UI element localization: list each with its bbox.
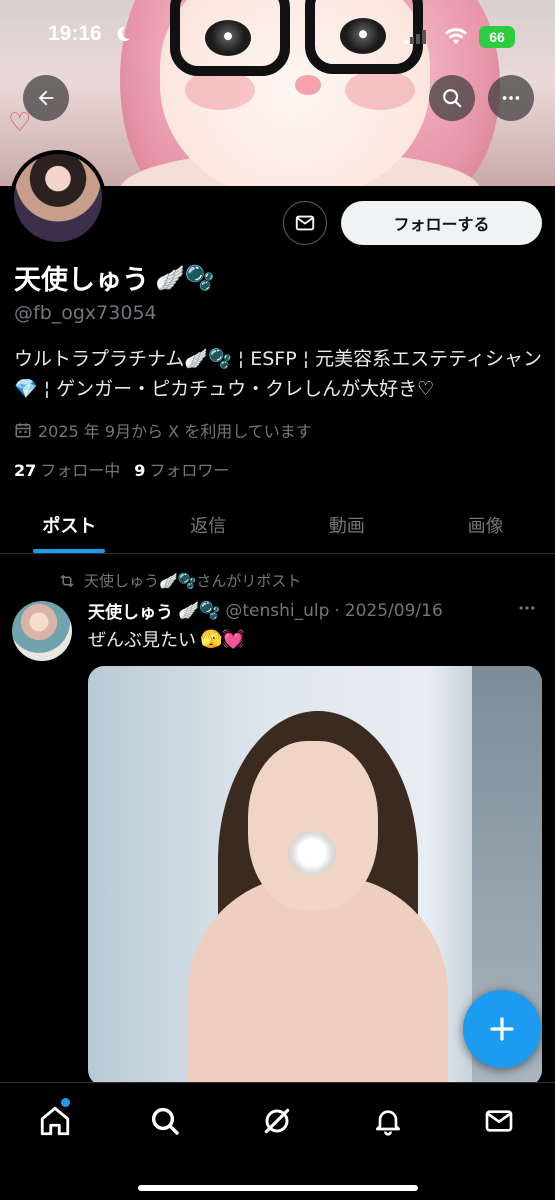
nav-grok[interactable]	[257, 1101, 297, 1141]
bottom-navigation	[0, 1082, 555, 1200]
tab-posts[interactable]: ポスト	[0, 496, 139, 553]
active-tab-indicator	[33, 549, 106, 553]
avatar	[14, 154, 102, 242]
mail-icon	[485, 1110, 513, 1132]
display-name: 天使しゅう	[14, 265, 149, 296]
back-button[interactable]	[23, 75, 69, 121]
post-text-body: ぜんぶ見たい	[88, 630, 196, 651]
banner-art-blush-left	[185, 70, 255, 110]
followers-stat[interactable]: 9 フォロワー	[134, 457, 229, 481]
post-header: 天使しゅう 🪽🫧 @tenshi_ulp · 2025/09/16	[88, 598, 443, 624]
profile-bio: ウルトラプラチナム🪽🫧 ¦ ESFP ¦ 元美容系エステティシャン💎 ¦ ゲンガ…	[14, 348, 543, 400]
wifi-icon	[445, 28, 467, 44]
tab-videos[interactable]: 動画	[278, 496, 417, 553]
more-icon	[502, 96, 520, 100]
home-indicator	[138, 1185, 418, 1191]
repost-indicator[interactable]: 天使しゅう🪽🫧さんがリポスト	[58, 570, 301, 591]
plus-icon	[490, 1017, 514, 1041]
nav-notifications[interactable]	[368, 1101, 408, 1141]
post-separator: ·	[334, 600, 340, 621]
profile-name-row: 天使しゅう 🪽🫧	[14, 258, 215, 297]
banner-art-mouth	[295, 75, 321, 95]
back-arrow-icon	[38, 90, 54, 106]
profile-tabs: ポスト 返信 動画 画像	[0, 496, 555, 554]
repost-icon	[60, 574, 74, 587]
more-icon	[519, 606, 535, 610]
name-emoji: 🪽🫧	[155, 263, 215, 292]
tab-label: 画像	[467, 515, 504, 537]
post-author-name[interactable]: 天使しゅう	[88, 598, 173, 623]
home-icon	[40, 1106, 70, 1136]
post-author-handle: @tenshi_ulp	[225, 600, 330, 621]
media-figure-face	[248, 741, 378, 911]
post-author-emoji: 🪽🫧	[178, 600, 221, 621]
status-time: 19:16	[48, 22, 102, 45]
bell-icon	[376, 1110, 400, 1136]
search-icon	[151, 1107, 179, 1135]
search-icon	[443, 89, 462, 108]
tab-label: ポスト	[42, 515, 97, 537]
tab-label: 動画	[328, 515, 365, 537]
follow-button[interactable]: フォローする	[341, 201, 542, 245]
battery-level: 66	[489, 29, 505, 45]
post-author-avatar[interactable]	[12, 601, 72, 661]
battery-indicator: 66	[479, 26, 515, 48]
repost-label: 天使しゅう🪽🫧さんがリポスト	[84, 572, 302, 590]
post-text-emoji: 🫣💓	[200, 628, 245, 650]
following-count: 27	[14, 461, 37, 480]
profile-handle: @fb_ogx73054	[14, 302, 157, 324]
signal-icon	[404, 30, 426, 44]
more-options-button[interactable]	[488, 75, 534, 121]
following-label: フォロー中	[40, 461, 121, 480]
follow-stats: 27 フォロー中 9 フォロワー	[14, 457, 229, 481]
banner-art-blush-right	[345, 70, 415, 110]
search-button[interactable]	[429, 75, 475, 121]
moon-icon	[117, 26, 131, 42]
notification-dot	[61, 1098, 70, 1107]
joined-date: 2025 年 9月から X を利用しています	[14, 418, 312, 442]
followers-count: 9	[134, 461, 146, 480]
post-date[interactable]: 2025/09/16	[345, 601, 443, 621]
nav-home[interactable]	[35, 1098, 75, 1141]
message-icon	[295, 215, 315, 231]
post-text: ぜんぶ見たい 🫣💓	[88, 626, 245, 652]
post-more-button[interactable]	[516, 598, 538, 623]
profile-avatar[interactable]	[10, 150, 106, 246]
compose-button[interactable]	[463, 990, 541, 1068]
nav-explore[interactable]	[145, 1101, 185, 1141]
following-stat[interactable]: 27 フォロー中	[14, 457, 120, 481]
followers-label: フォロワー	[149, 461, 230, 480]
nav-messages[interactable]	[479, 1101, 519, 1141]
tab-images[interactable]: 画像	[416, 496, 555, 553]
tab-replies[interactable]: 返信	[139, 496, 278, 553]
media-flower	[288, 831, 336, 875]
grok-icon	[264, 1108, 290, 1134]
calendar-icon	[15, 423, 31, 438]
tab-label: 返信	[190, 515, 227, 537]
message-button[interactable]	[283, 201, 327, 245]
joined-text: 2025 年 9月から X を利用しています	[38, 422, 312, 441]
status-bar: 19:16 66	[0, 18, 555, 58]
